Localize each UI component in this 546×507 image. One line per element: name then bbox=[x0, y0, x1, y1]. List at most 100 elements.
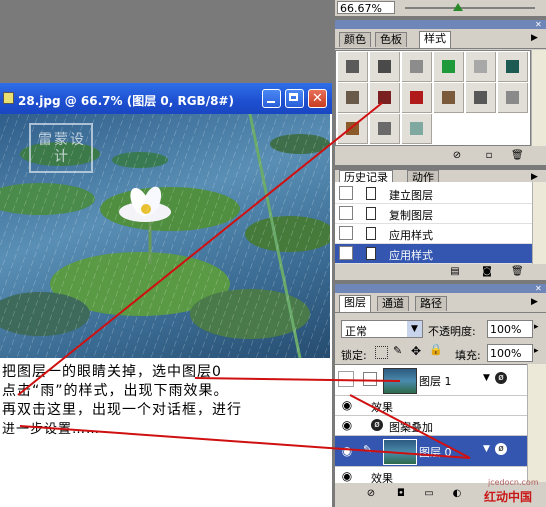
tab-color[interactable]: 颜色 bbox=[339, 32, 371, 47]
style-swatch[interactable] bbox=[338, 114, 368, 144]
style-swatch[interactable] bbox=[402, 52, 432, 82]
tab-channels[interactable]: 通道 bbox=[377, 296, 409, 311]
eye-icon[interactable]: ◉ bbox=[338, 442, 356, 460]
style-preview bbox=[474, 60, 487, 73]
lock-all-icon[interactable]: 🔒 bbox=[429, 343, 443, 356]
history-checkbox[interactable] bbox=[339, 206, 353, 220]
style-swatch[interactable] bbox=[402, 114, 432, 144]
eye-icon[interactable]: ◉ bbox=[338, 467, 356, 483]
new-style-icon[interactable]: ▫ bbox=[483, 150, 495, 162]
trash-icon[interactable]: 🗑 bbox=[511, 150, 524, 162]
image-canvas[interactable]: 雷蒙设计 bbox=[0, 114, 330, 358]
panel-menu-icon[interactable]: ▶ bbox=[531, 297, 538, 307]
fill-arrow-icon[interactable]: ▸ bbox=[534, 346, 539, 356]
lock-transparency-icon[interactable] bbox=[375, 346, 388, 359]
layer-row-selected[interactable]: ◉ ✎ 图层 0 ▼ ø bbox=[335, 436, 527, 467]
style-preview bbox=[506, 60, 519, 73]
panel-grip[interactable] bbox=[335, 284, 546, 293]
history-scrollbar[interactable] bbox=[532, 182, 546, 264]
style-preview bbox=[378, 60, 391, 73]
annotation-line: 点击“雨”的样式，出现下雨效果。 bbox=[2, 383, 229, 399]
layer-row[interactable]: 图层 1 ▼ ø bbox=[335, 365, 527, 396]
opacity-label: 不透明度: bbox=[428, 325, 476, 338]
zoom-slider[interactable] bbox=[405, 7, 535, 9]
adjustment-layer-icon[interactable]: ◐ bbox=[451, 488, 463, 500]
history-checkbox[interactable] bbox=[339, 226, 353, 240]
zoom-slider-thumb[interactable] bbox=[453, 3, 463, 11]
lock-brush-icon[interactable]: ✎ bbox=[393, 344, 402, 357]
history-item[interactable]: 应用样式 bbox=[335, 244, 532, 264]
effects-label: 效果 bbox=[371, 401, 393, 414]
maximize-button[interactable] bbox=[285, 89, 304, 108]
snapshot-icon[interactable]: ◙ bbox=[481, 266, 493, 278]
fx-icon: ø bbox=[495, 372, 507, 384]
eye-hidden-icon[interactable] bbox=[338, 371, 354, 387]
document-titlebar[interactable]: 28.jpg @ 66.7% (图层 0, RGB/8#) ✕ bbox=[0, 83, 332, 114]
trash-icon[interactable]: 🗑 bbox=[511, 266, 524, 278]
style-preview bbox=[378, 91, 391, 104]
history-panel: 历史记录 动作 ▶ 建立图层 复制图层 应用样式 应用样式 ▤ ◙ 🗑 bbox=[335, 170, 546, 280]
history-state-icon bbox=[366, 207, 376, 220]
panel-menu-icon[interactable]: ▶ bbox=[531, 33, 538, 43]
expand-effects-icon[interactable]: ▼ bbox=[483, 373, 490, 383]
tab-swatches[interactable]: 色板 bbox=[375, 32, 407, 47]
history-item[interactable]: 复制图层 bbox=[335, 204, 532, 224]
document-icon bbox=[3, 92, 14, 104]
panel-menu-icon[interactable]: ▶ bbox=[531, 172, 538, 182]
lock-move-icon[interactable]: ✥ bbox=[411, 344, 421, 358]
layers-scrollbar[interactable] bbox=[527, 364, 546, 482]
effect-name: 图案叠加 bbox=[389, 421, 433, 434]
tab-styles[interactable]: 样式 bbox=[419, 31, 451, 48]
style-preview bbox=[410, 122, 423, 135]
tab-layers[interactable]: 图层 bbox=[339, 295, 371, 312]
panel-close-icon[interactable]: ✕ bbox=[535, 284, 544, 293]
link-checkbox[interactable] bbox=[363, 372, 377, 386]
new-group-icon[interactable]: ▭ bbox=[423, 488, 435, 500]
style-swatch[interactable] bbox=[370, 83, 400, 113]
history-checkbox[interactable] bbox=[339, 186, 353, 200]
style-swatch[interactable] bbox=[466, 52, 496, 82]
close-button[interactable]: ✕ bbox=[308, 89, 327, 108]
zoom-field[interactable]: 66.67% bbox=[337, 1, 395, 15]
blend-mode-select[interactable]: 正常 ▼ bbox=[341, 320, 423, 338]
history-item[interactable]: 建立图层 bbox=[335, 184, 532, 204]
history-state-icon bbox=[366, 247, 376, 260]
style-swatch[interactable] bbox=[402, 83, 432, 113]
layer-name: 图层 0 bbox=[419, 446, 452, 459]
style-swatch[interactable] bbox=[370, 114, 400, 144]
style-swatch[interactable] bbox=[338, 52, 368, 82]
fill-field[interactable]: 100% bbox=[487, 344, 533, 362]
style-swatch[interactable] bbox=[466, 83, 496, 113]
style-swatch[interactable] bbox=[434, 83, 464, 113]
link-layers-icon[interactable]: ⊘ bbox=[365, 488, 377, 500]
fill-label: 填充: bbox=[455, 349, 481, 362]
style-swatch[interactable] bbox=[498, 83, 528, 113]
fx-icon: ø bbox=[371, 419, 383, 431]
opacity-field[interactable]: 100% bbox=[487, 320, 533, 338]
style-swatch[interactable] bbox=[370, 52, 400, 82]
tab-paths[interactable]: 路径 bbox=[415, 296, 447, 311]
expand-effects-icon[interactable]: ▼ bbox=[483, 444, 490, 454]
styles-scrollbar[interactable] bbox=[531, 50, 546, 146]
panel-grip[interactable] bbox=[335, 20, 546, 29]
add-mask-icon[interactable]: ◘ bbox=[395, 488, 407, 500]
opacity-arrow-icon[interactable]: ▸ bbox=[534, 322, 539, 332]
new-document-icon[interactable]: ▤ bbox=[449, 266, 461, 278]
eye-icon[interactable]: ◉ bbox=[338, 416, 356, 434]
history-item[interactable]: 应用样式 bbox=[335, 224, 532, 244]
layer-thumbnail bbox=[383, 368, 417, 394]
minimize-button[interactable] bbox=[262, 89, 281, 108]
style-preview bbox=[346, 122, 359, 135]
styles-footer: ⊘ ▫ 🗑 bbox=[335, 147, 546, 165]
eye-icon[interactable]: ◉ bbox=[338, 396, 356, 414]
history-list: 建立图层 复制图层 应用样式 应用样式 bbox=[335, 182, 532, 264]
style-swatch[interactable] bbox=[338, 83, 368, 113]
style-swatch[interactable] bbox=[434, 52, 464, 82]
effect-item[interactable]: ◉ ø 图案叠加 bbox=[335, 416, 527, 436]
annotation-line: 再双击这里，出现一个对话框，进行 bbox=[2, 402, 242, 418]
history-checkbox[interactable] bbox=[339, 246, 353, 260]
panel-close-icon[interactable]: ✕ bbox=[535, 20, 544, 29]
style-preview bbox=[442, 60, 455, 73]
clear-style-icon[interactable]: ⊘ bbox=[451, 150, 463, 162]
style-swatch[interactable] bbox=[498, 52, 528, 82]
